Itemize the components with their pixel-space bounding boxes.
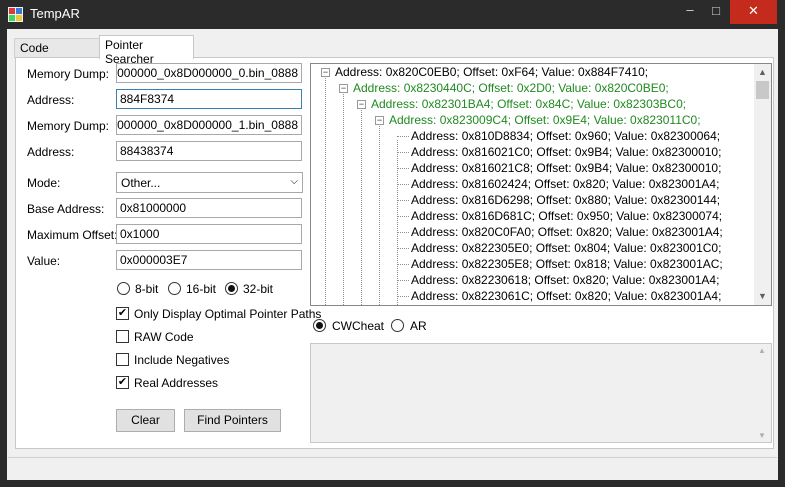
tree-node-level3[interactable]: Address: 0x823009C4; Offset: 0x9E4; Valu… (389, 113, 701, 127)
address-field-2[interactable]: 88438374 (116, 141, 302, 161)
tree-node-root[interactable]: Address: 0x820C0EB0; Offset: 0xF64; Valu… (335, 65, 648, 79)
scroll-up-icon[interactable]: ▲ (754, 64, 771, 81)
chevron-down-icon: ⌵ (290, 176, 298, 187)
memory-dump-label-1: Memory Dump: (27, 67, 110, 81)
mode-select[interactable]: Other... ⌵ (116, 172, 303, 193)
tab-pointer-searcher[interactable]: Pointer Searcher (99, 35, 194, 66)
title-bar[interactable]: TempAR – □ ✕ (0, 0, 785, 29)
tree-line (397, 264, 409, 265)
tree-line (397, 184, 409, 185)
tree-line (397, 232, 409, 233)
memory-dump-field-2[interactable]: 0888_0x81000000_0x8D000000_1.bin (116, 115, 302, 135)
minimize-button[interactable]: – (680, 2, 700, 26)
tree-scrollbar[interactable]: ▲ ▼ (754, 64, 771, 305)
memory-dump-label-2: Memory Dump: (27, 119, 110, 133)
tree-node-level1[interactable]: Address: 0x8230440C; Offset: 0x2D0; Valu… (353, 81, 669, 95)
max-offset-label: Maximum Offset: (27, 228, 118, 242)
scroll-down-icon[interactable]: ▼ (754, 288, 771, 305)
collapse-icon[interactable]: − (321, 68, 330, 77)
radio-8bit[interactable] (117, 282, 130, 295)
radio-cwcheat[interactable] (313, 319, 326, 332)
tree-line (397, 216, 409, 217)
address-label-2: Address: (27, 145, 75, 159)
tree-leaf[interactable]: Address: 0x810D8834; Offset: 0x960; Valu… (411, 129, 720, 143)
tree-line (361, 108, 362, 305)
tree-leaf[interactable]: Address: 0x816D6298; Offset: 0x880; Valu… (411, 193, 720, 207)
tree-leaf[interactable]: Address: 0x820C0FA0; Offset: 0x820; Valu… (411, 225, 723, 239)
code-output[interactable]: ▲ ▼ (310, 343, 772, 443)
tree-line (397, 152, 409, 153)
close-button[interactable]: ✕ (730, 0, 777, 24)
tree-leaf[interactable]: Address: 0x816021C0; Offset: 0x9B4; Valu… (411, 145, 721, 159)
tree-line (397, 248, 409, 249)
radio-cwcheat-label: CWCheat (332, 319, 385, 333)
real-addresses-checkbox[interactable]: ✔ (116, 376, 129, 389)
radio-16bit[interactable] (168, 282, 181, 295)
optimal-paths-label: Only Display Optimal Pointer Paths (134, 307, 322, 321)
tree-leaf[interactable]: Address: 0x816021C8; Offset: 0x9B4; Valu… (411, 161, 721, 175)
tab-code-converter[interactable]: Code Converter (14, 38, 100, 69)
output-scrollbar[interactable]: ▲ ▼ (754, 344, 771, 442)
mode-value: Other... (121, 176, 161, 190)
collapse-icon[interactable]: − (357, 100, 366, 109)
tree-line (397, 296, 409, 297)
radio-32bit-label: 32-bit (243, 282, 274, 296)
tree-line (343, 92, 344, 305)
address-label-1: Address: (27, 93, 75, 107)
value-field[interactable]: 0x000003E7 (116, 250, 302, 270)
mode-label: Mode: (27, 176, 61, 190)
tree-line (379, 124, 380, 305)
radio-16bit-label: 16-bit (186, 282, 217, 296)
base-address-field[interactable]: 0x81000000 (116, 198, 302, 218)
optimal-paths-checkbox[interactable]: ✔ (116, 307, 129, 320)
tree-leaf[interactable]: Address: 0x8223061C; Offset: 0x820; Valu… (411, 289, 721, 303)
scroll-down-icon[interactable]: ▼ (758, 431, 766, 440)
client-area: Code Converter Pointer Searcher Memory D… (7, 29, 778, 480)
radio-ar-label: AR (410, 319, 427, 333)
tree-node-level2[interactable]: Address: 0x82301BA4; Offset: 0x84C; Valu… (371, 97, 686, 111)
tree-line (397, 280, 409, 281)
scrollbar-thumb[interactable] (756, 81, 769, 99)
pointer-searcher-page: Memory Dump: 0888_0x81000000_0x8D000000_… (15, 57, 774, 449)
clear-button[interactable]: Clear (116, 409, 175, 432)
tree-line (397, 136, 409, 137)
tree-line (397, 200, 409, 201)
value-label: Value: (27, 254, 61, 268)
real-addresses-label: Real Addresses (134, 376, 219, 390)
memory-dump-field-1[interactable]: 0888_0x81000000_0x8D000000_0.bin (116, 63, 302, 83)
include-negatives-checkbox[interactable] (116, 353, 129, 366)
base-address-label: Base Address: (27, 202, 105, 216)
status-bar (8, 457, 777, 479)
window-title: TempAR (30, 6, 80, 21)
find-pointers-button[interactable]: Find Pointers (184, 409, 281, 432)
max-offset-field[interactable]: 0x1000 (116, 224, 302, 244)
tree-line (397, 140, 398, 305)
raw-code-label: RAW Code (134, 330, 194, 344)
maximize-button[interactable]: □ (706, 3, 726, 27)
collapse-icon[interactable]: − (339, 84, 348, 93)
pointer-tree[interactable]: − Address: 0x820C0EB0; Offset: 0xF64; Va… (310, 63, 772, 306)
tree-leaf[interactable]: Address: 0x81602424; Offset: 0x820; Valu… (411, 177, 719, 191)
scroll-up-icon[interactable]: ▲ (758, 346, 766, 355)
radio-ar[interactable] (391, 319, 404, 332)
app-window: TempAR – □ ✕ Code Converter Pointer Sear… (0, 0, 785, 487)
tree-line (397, 168, 409, 169)
tree-leaf[interactable]: Address: 0x822305E0; Offset: 0x804; Valu… (411, 241, 721, 255)
tree-leaf[interactable]: Address: 0x816D681C; Offset: 0x950; Valu… (411, 209, 722, 223)
app-icon (8, 7, 23, 22)
tree-line (325, 76, 326, 305)
tree-leaf[interactable]: Address: 0x822305E8; Offset: 0x818; Valu… (411, 257, 723, 271)
address-field-1[interactable]: 884F8374 (116, 89, 302, 109)
include-negatives-label: Include Negatives (134, 353, 230, 367)
tree-leaf[interactable]: Address: 0x82230618; Offset: 0x820; Valu… (411, 273, 719, 287)
raw-code-checkbox[interactable] (116, 330, 129, 343)
radio-8bit-label: 8-bit (135, 282, 159, 296)
radio-32bit[interactable] (225, 282, 238, 295)
collapse-icon[interactable]: − (375, 116, 384, 125)
